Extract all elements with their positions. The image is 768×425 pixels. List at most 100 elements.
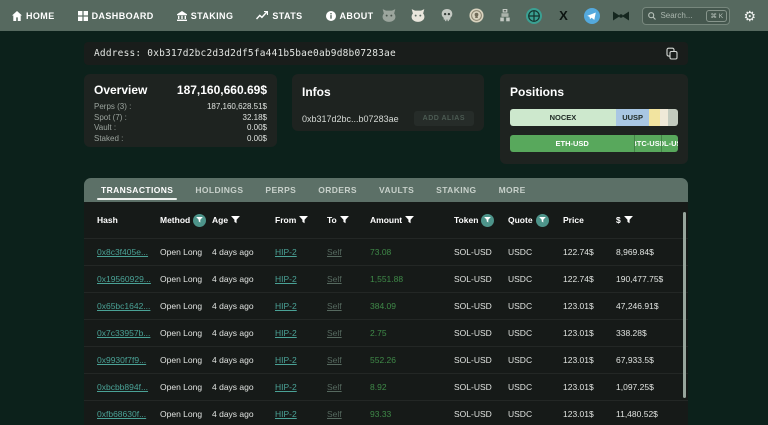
copy-address-icon[interactable] [666,47,678,60]
nav-item-dashboard[interactable]: DASHBOARD [77,10,154,21]
tab-staking[interactable]: STAKING [425,178,487,202]
filter-icon[interactable] [231,216,241,224]
cell-to[interactable]: Self [327,247,370,257]
column-label: Quote [508,215,533,225]
sprite-character-icon[interactable] [497,8,513,24]
filter-icon[interactable] [535,213,549,227]
cell-from[interactable]: HIP-2 [275,301,327,311]
cell-hash[interactable]: 0xfb68630f... [97,409,160,419]
cell-method: Open Long [160,247,203,257]
cell-quote: USDC [508,382,533,392]
bowtie-logo-icon[interactable] [613,8,630,24]
cell-price: 123.01$ [563,409,594,419]
teal-badge-icon[interactable] [526,7,543,24]
skull-icon[interactable] [439,8,455,24]
nav-item-stats[interactable]: STATS [256,11,302,21]
cell-hash[interactable]: 0x65bc1642... [97,301,160,311]
positions-bar-spot[interactable]: NOCEX UUSP [510,109,678,126]
filter-icon[interactable] [339,216,349,224]
filter-icon[interactable] [481,213,495,227]
add-alias-button[interactable]: ADD ALIAS [413,111,474,126]
nav-label: HOME [26,10,55,21]
nav-item-staking[interactable]: STAKING [176,10,234,21]
cell-from[interactable]: HIP-2 [275,382,327,392]
coin-badge-icon[interactable] [468,8,484,24]
cell-to[interactable]: Self [327,409,370,419]
table-row: 0xbcbb894f... Open Long 4 days ago HIP-2 Sel… [84,373,688,400]
cell-amount: 552.26 [370,355,396,365]
cell-price: 122.74$ [563,247,594,257]
infos-card: Infos 0xb317d2bc...b07283ae ADD ALIAS [292,74,484,131]
overview-card: Overview 187,160,660.69$ Perps (3) : 187… [84,74,277,147]
overview-total-value: 187,160,660.69$ [176,83,267,97]
filter-icon[interactable] [405,216,415,224]
cell-hash[interactable]: 0x7c33957b... [97,328,160,338]
nav-item-home[interactable]: HOME [12,10,55,21]
filter-icon[interactable] [299,216,309,224]
tab-holdings[interactable]: HOLDINGS [184,178,254,202]
position-segment [667,109,678,126]
tab-transactions[interactable]: TRANSACTIONS [90,178,184,202]
search-box[interactable]: ⌘ K [642,6,731,25]
overview-row-perps: Perps (3) : 187,160,628.51$ [94,102,267,111]
cell-usd: 8,969.84$ [616,247,654,257]
cell-hash[interactable]: 0x8c3f405e... [97,247,160,257]
cell-to[interactable]: Self [327,328,370,338]
cell-age: 4 days ago [212,409,254,419]
nav-item-about[interactable]: ABOUT [325,10,374,21]
column-header-quote: Quote [508,213,563,227]
positions-bar-perps[interactable]: ETH-USDBTC-USDSOL-USD [510,135,678,152]
cell-token: SOL-USD [454,247,492,257]
table-body: 0x8c3f405e... Open Long 4 days ago HIP-2 Sel… [84,238,688,425]
cell-to[interactable]: Self [327,301,370,311]
navbar: HOME DASHBOARD STAKING STATS ABOUT X Sea… [0,0,768,31]
search-input[interactable] [660,11,703,20]
column-header-amount: Amount [370,215,454,225]
cell-hash[interactable]: 0xbcbb894f... [97,382,160,392]
scrollbar-thumb[interactable] [683,212,686,398]
telegram-icon[interactable] [584,7,601,24]
tab-perps[interactable]: PERPS [254,178,307,202]
cell-quote: USDC [508,328,533,338]
about-info-icon [325,10,336,21]
cell-quote: USDC [508,409,533,419]
cell-price: 123.01$ [563,382,594,392]
cell-from[interactable]: HIP-2 [275,355,327,365]
cat-white-icon[interactable] [410,8,426,24]
cell-from[interactable]: HIP-2 [275,274,327,284]
cell-from[interactable]: HIP-2 [275,247,327,257]
table-row: 0x19560929... Open Long 4 days ago HIP-2 Sel… [84,265,688,292]
cell-from[interactable]: HIP-2 [275,409,327,419]
filter-icon[interactable] [193,213,207,227]
cell-price: 123.01$ [563,301,594,311]
column-label: $ [616,215,621,225]
tab-vaults[interactable]: VAULTS [368,178,425,202]
column-header-hash: Hash [97,215,160,225]
tab-orders[interactable]: ORDERS [307,178,368,202]
staking-bank-icon [176,10,187,21]
column-label: Age [212,215,229,225]
cell-to[interactable]: Self [327,274,370,284]
cell-age: 4 days ago [212,274,254,284]
overview-row-staked: Staked : 0.00$ [94,133,267,143]
settings-gear-icon[interactable]: ⚙ [743,9,756,23]
cell-to[interactable]: Self [327,355,370,365]
x-twitter-icon[interactable]: X [555,8,571,24]
cell-age: 4 days ago [212,382,254,392]
cell-amount: 93.33 [370,409,392,419]
cell-hash[interactable]: 0x9930f7f9... [97,355,160,365]
filter-icon[interactable] [623,216,633,224]
cell-from[interactable]: HIP-2 [275,328,327,338]
cell-to[interactable]: Self [327,382,370,392]
transactions-table: Hash Method Age From To Amount Token Quote Price… [84,202,688,425]
cell-method: Open Long [160,355,203,365]
cell-method: Open Long [160,301,203,311]
tab-more[interactable]: MORE [488,178,537,202]
search-icon [648,7,657,25]
column-header-age: Age [212,215,275,225]
column-header-token: Token [454,213,508,227]
cell-hash[interactable]: 0x19560929... [97,274,160,284]
short-address: 0xb317d2bc...b07283ae [302,113,399,124]
overview-row-spot: Spot (7) : 32.18$ [94,112,267,122]
cat-gray-icon[interactable] [381,8,397,24]
